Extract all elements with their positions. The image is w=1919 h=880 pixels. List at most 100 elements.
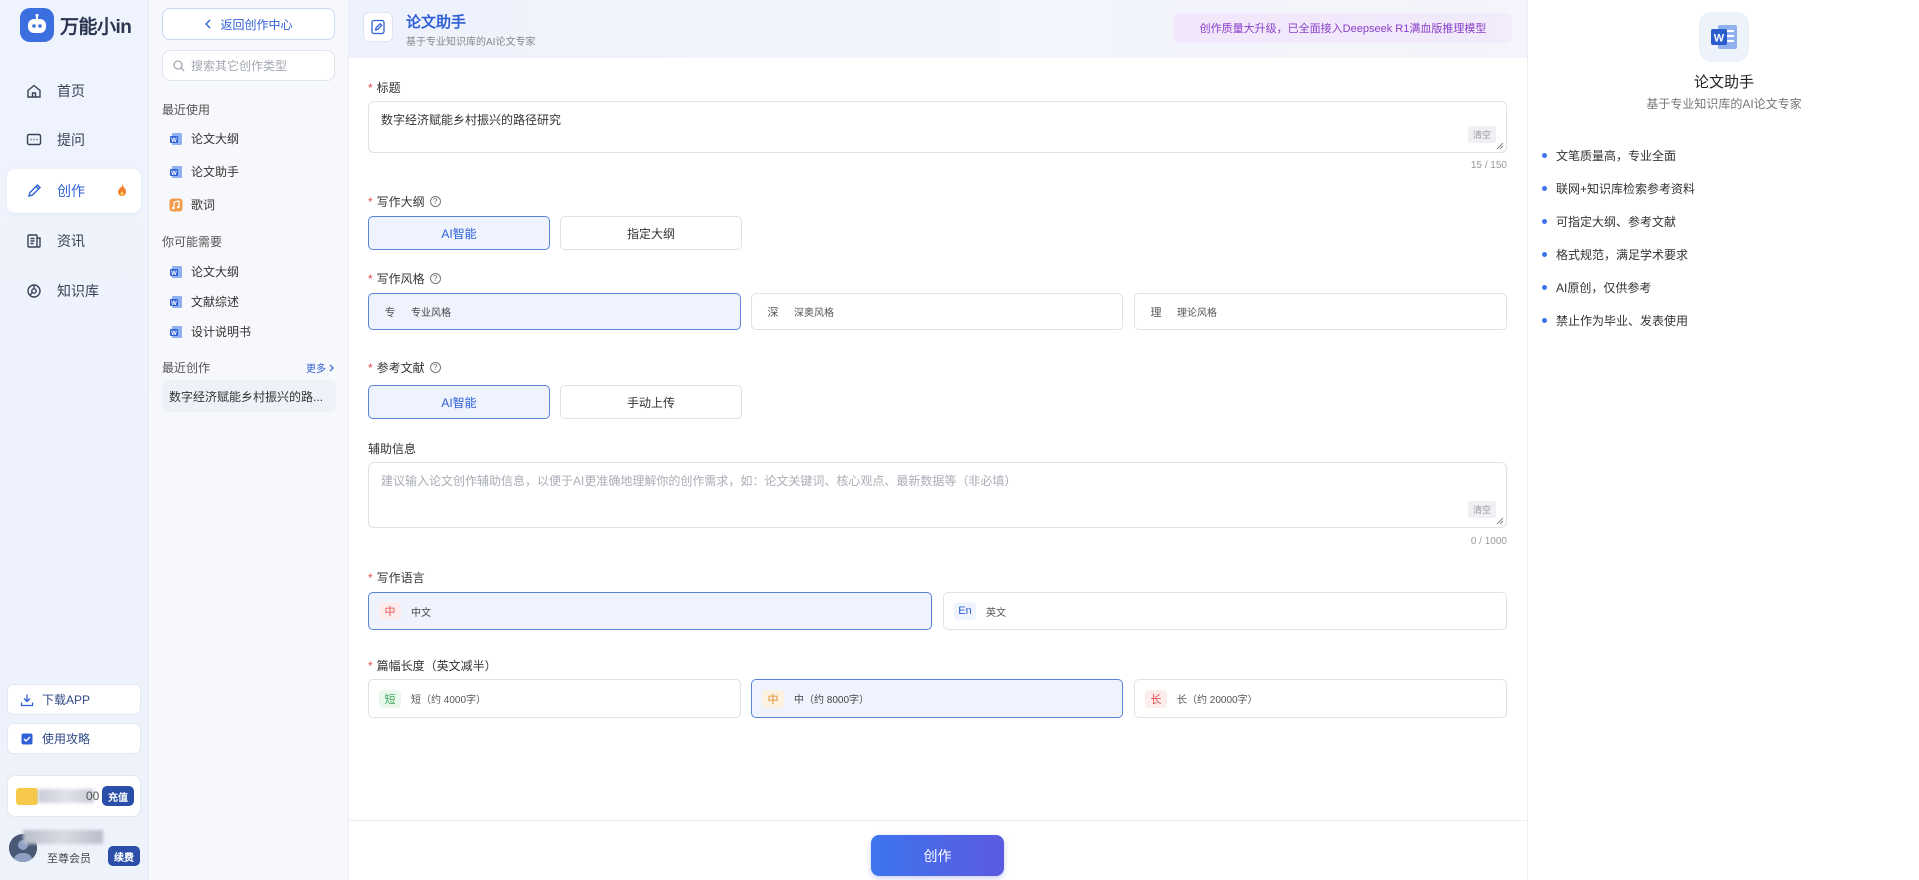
recent-creation-title: 最近创作 [162,361,211,375]
nav-label-create: 创作 [57,183,85,199]
help-icon[interactable]: ? [429,273,441,284]
length-field-label: * 篇幅长度（英文减半） [368,657,497,674]
side-item-paper-assistant[interactable]: W 论文助手 [169,163,239,180]
nav-item-ask[interactable]: 提问 [7,118,141,162]
help-icon[interactable]: ? [429,196,441,207]
main-content: 论文助手 基于专业知识库的AI论文专家 创作质量大升级，已全面接入Deepsee… [349,0,1527,880]
side-item-lyrics[interactable]: 歌词 [169,196,215,213]
title-field-label: * 标题 [368,79,401,96]
style-tag: 专 [384,306,396,319]
aux-info-input[interactable]: 建议输入论文创作辅助信息，以便于AI更准确地理解你的创作需求，如：论文关键词、核… [368,462,1507,528]
maybe-need-title: 你可能需要 [162,235,223,249]
nav-item-knowledge[interactable]: 知识库 [7,269,141,313]
download-app-button[interactable]: 下载APP [7,684,141,715]
nav-label-knowledge: 知识库 [57,283,99,299]
svg-text:W: W [171,331,177,337]
nav-item-news[interactable]: 资讯 [7,219,141,263]
recent-creation-item[interactable]: 数字经济赋能乡村振兴的路... [162,380,336,412]
title-input[interactable]: 数字经济赋能乡村振兴的路径研究 清空 [368,101,1507,153]
references-option-ai[interactable]: AI智能 [368,385,550,419]
word-doc-icon: W [169,132,183,146]
info-subtitle: 基于专业知识库的AI论文专家 [1646,97,1802,111]
style-option-label: 理论风格 [1177,308,1217,319]
language-option-chinese[interactable]: 中 中文 [368,592,932,630]
nav-label-news: 资讯 [57,233,85,249]
nav-item-home[interactable]: 首页 [7,69,141,113]
length-tag: 中 [762,689,784,708]
wallet-balance: 00 [86,789,100,803]
nav-label-ask: 提问 [57,132,85,148]
bullet-icon [1542,285,1547,290]
length-option-label: 短（约 4000字） [411,695,487,706]
style-tag: 深 [767,306,779,319]
back-label: 返回创作中心 [220,17,293,32]
recharge-button[interactable]: 充值 [102,786,134,806]
style-option-theoretical[interactable]: 理 理论风格 [1134,293,1507,330]
feature-text: 文笔质量高，专业全面 [1556,149,1677,163]
word-icon: W [1699,12,1749,62]
search-input[interactable] [191,58,331,73]
side-item-design-spec[interactable]: W 设计说明书 [169,323,251,340]
bullet-icon [1542,153,1547,158]
feature-item: 格式规范，满足学术要求 [1542,246,1688,263]
length-option-medium[interactable]: 中 中（约 8000字） [751,679,1123,718]
member-label: 至尊会员 [47,853,91,865]
side-item-label: 论文大纲 [191,265,240,279]
nav-item-create[interactable]: 创作 [7,169,141,213]
style-option-professional[interactable]: 专 专业风格 [368,293,741,330]
feature-item: 禁止作为毕业、发表使用 [1542,312,1688,329]
side-item-literature-review[interactable]: W 文献综述 [169,293,239,310]
logo[interactable]: 万能小in [20,8,132,42]
side-item-paper-outline[interactable]: W 论文大纲 [169,130,239,147]
aux-info-label: 辅助信息 [368,440,416,457]
search-box[interactable] [162,50,335,81]
upgrade-banner[interactable]: 创作质量大升级，已全面接入Deepseek R1满血版推理模型 [1174,13,1512,43]
feature-text: 禁止作为毕业、发表使用 [1556,314,1689,328]
side-item-paper-outline-2[interactable]: W 论文大纲 [169,263,239,280]
word-doc-icon: W [169,325,183,339]
feature-item: 联网+知识库检索参考资料 [1542,180,1695,197]
length-option-short[interactable]: 短 短（约 4000字） [368,679,741,718]
svg-text:W: W [171,301,177,307]
aux-clear-button[interactable]: 清空 [1467,501,1496,518]
references-label-text: 参考文献 [376,361,425,375]
style-option-profound[interactable]: 深 深奥风格 [751,293,1123,330]
outline-option-specify[interactable]: 指定大纲 [560,216,742,250]
references-option-upload[interactable]: 手动上传 [560,385,742,419]
bullet-icon [1542,252,1547,257]
outline-option-ai[interactable]: AI智能 [368,216,550,250]
length-option-long[interactable]: 长 长（约 20000字） [1134,679,1507,718]
bullet-icon [1542,318,1547,323]
required-mark: * [368,271,373,286]
style-option-label: 专业风格 [411,308,451,319]
style-label-text: 写作风格 [376,272,425,286]
required-mark: * [368,360,373,375]
language-option-english[interactable]: En 英文 [943,592,1507,630]
length-tag: 长 [1145,689,1167,708]
word-doc-icon: W [169,165,183,179]
references-field-label: * 参考文献 ? [368,359,441,376]
knowledge-icon [25,282,43,300]
news-icon [25,232,43,250]
outline-label-text: 写作大纲 [376,195,425,209]
title-label-text: 标题 [376,81,401,95]
feature-item: 可指定大纲、参考文献 [1542,213,1676,230]
resize-handle-icon[interactable] [1496,142,1504,150]
create-button[interactable]: 创作 [871,835,1004,876]
guide-button[interactable]: 使用攻略 [7,723,141,754]
help-icon[interactable]: ? [429,362,441,373]
title-clear-button[interactable]: 清空 [1467,126,1496,143]
style-tag: 理 [1150,306,1162,319]
guide-label: 使用攻略 [42,732,91,746]
side-item-label: 歌词 [191,198,216,212]
pen-icon [25,182,43,200]
language-tag: 中 [379,602,401,620]
chevron-right-icon [329,364,334,372]
language-label-text: 写作语言 [376,571,425,585]
renew-button[interactable]: 续费 [108,846,140,866]
lyrics-icon [169,198,183,212]
more-link[interactable]: 更多 [306,360,334,375]
back-to-creation-center-button[interactable]: 返回创作中心 [162,8,335,40]
resize-handle-icon[interactable] [1496,517,1504,525]
svg-text:W: W [171,171,177,177]
